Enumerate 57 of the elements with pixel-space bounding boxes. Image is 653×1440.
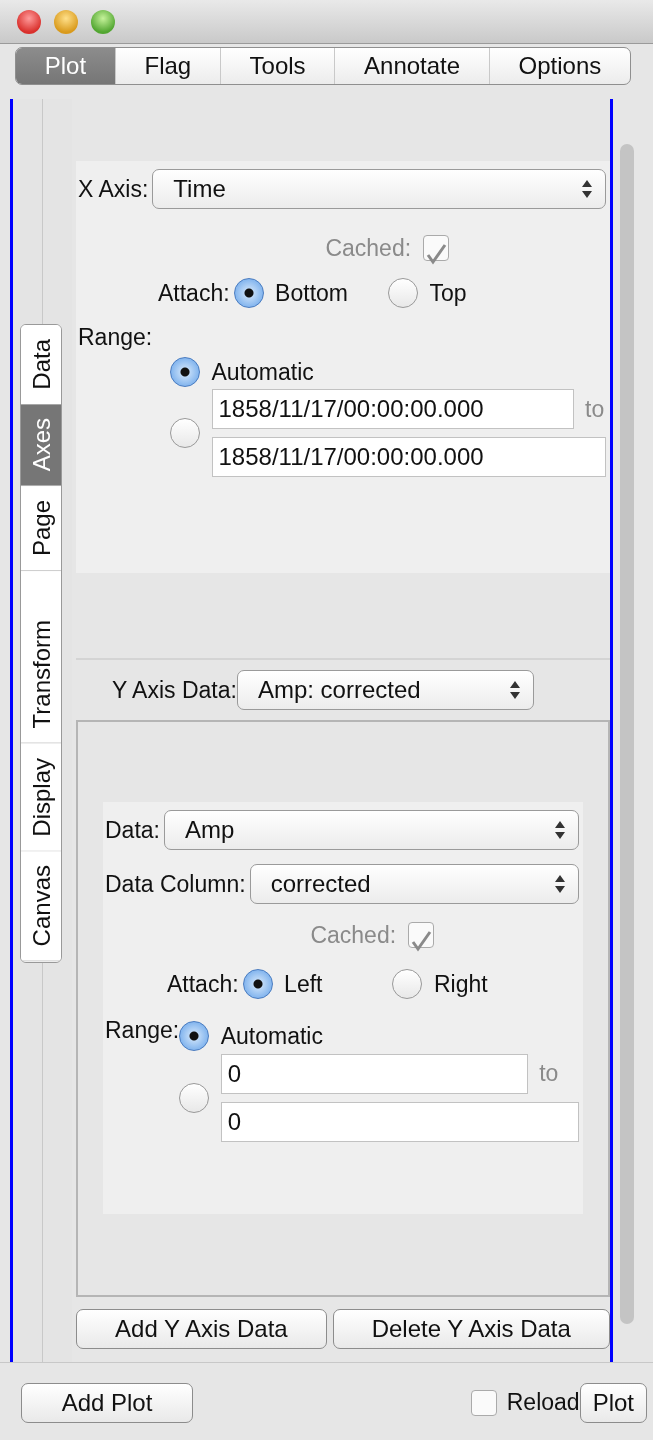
radio-button[interactable] xyxy=(233,277,264,308)
radio-button[interactable] xyxy=(179,1021,210,1052)
radio-label: Top xyxy=(429,278,467,308)
field-label: Range: xyxy=(105,1016,180,1045)
field-label: Attach: xyxy=(158,278,230,308)
radio-button[interactable] xyxy=(179,1082,210,1113)
range-separator: to xyxy=(539,1059,559,1089)
text-field[interactable]: 0 xyxy=(220,1053,528,1094)
checkbox[interactable] xyxy=(470,1389,497,1416)
tab[interactable]: Flag xyxy=(114,48,220,84)
radio-button[interactable] xyxy=(170,356,200,387)
range-separator: to xyxy=(585,394,605,424)
radio-button[interactable] xyxy=(388,277,418,308)
stepper-arrows-icon xyxy=(508,680,521,700)
dropdown[interactable]: Amp: corrected xyxy=(236,670,534,710)
dropdown[interactable]: Amp xyxy=(164,810,579,850)
field-label: Y Axis Data: xyxy=(112,675,237,705)
radio-label: Left xyxy=(284,969,323,999)
stepper-arrows-icon xyxy=(554,820,566,840)
radio-label: Right xyxy=(434,969,488,999)
field-label: Range: xyxy=(78,323,154,352)
text-field[interactable]: 1858/11/17/00:00:00.000 xyxy=(211,389,574,429)
radio-label: Bottom xyxy=(275,278,348,308)
side-tab[interactable]: Axes xyxy=(21,403,61,487)
radio-button[interactable] xyxy=(170,418,200,448)
field-label: Data: xyxy=(105,815,160,845)
stepper-arrows-icon xyxy=(581,179,593,199)
tab[interactable]: Annotate xyxy=(334,48,489,84)
checkbox-label: Reload xyxy=(506,1388,580,1418)
dropdown[interactable]: corrected xyxy=(249,864,579,904)
side-tab[interactable]: Display xyxy=(21,743,61,852)
action-button[interactable]: Delete Y Axis Data xyxy=(332,1309,610,1349)
add-plot-button[interactable]: Add Plot xyxy=(21,1382,193,1423)
tab[interactable]: Tools xyxy=(219,48,335,84)
field-label: X Axis: xyxy=(78,174,149,204)
tab[interactable]: Plot xyxy=(16,48,115,84)
field-label: Data Column: xyxy=(105,869,246,899)
radio-button[interactable] xyxy=(392,968,423,999)
checkbox-label: Cached: xyxy=(325,234,412,263)
scrollbar-thumb[interactable] xyxy=(620,144,634,1324)
tab[interactable]: Options xyxy=(488,48,630,84)
radio-label: Automatic xyxy=(211,357,314,387)
plot-button[interactable]: Plot xyxy=(579,1382,647,1423)
zoom-button[interactable] xyxy=(91,9,115,34)
close-button[interactable] xyxy=(17,9,41,34)
minimize-button[interactable] xyxy=(54,9,78,34)
text-field[interactable]: 0 xyxy=(220,1101,579,1142)
stepper-arrows-icon xyxy=(554,874,566,894)
text-field[interactable]: 1858/11/17/00:00:00.000 xyxy=(211,437,606,477)
radio-label: Automatic xyxy=(220,1022,323,1051)
side-tab[interactable]: Canvas xyxy=(21,851,61,962)
side-tab[interactable]: Page xyxy=(21,486,61,572)
field-label: Attach: xyxy=(167,969,239,999)
dropdown[interactable]: Time xyxy=(152,169,606,209)
action-button[interactable]: Add Y Axis Data xyxy=(76,1309,327,1349)
radio-button[interactable] xyxy=(242,968,273,999)
checkbox-label: Cached: xyxy=(310,921,397,950)
